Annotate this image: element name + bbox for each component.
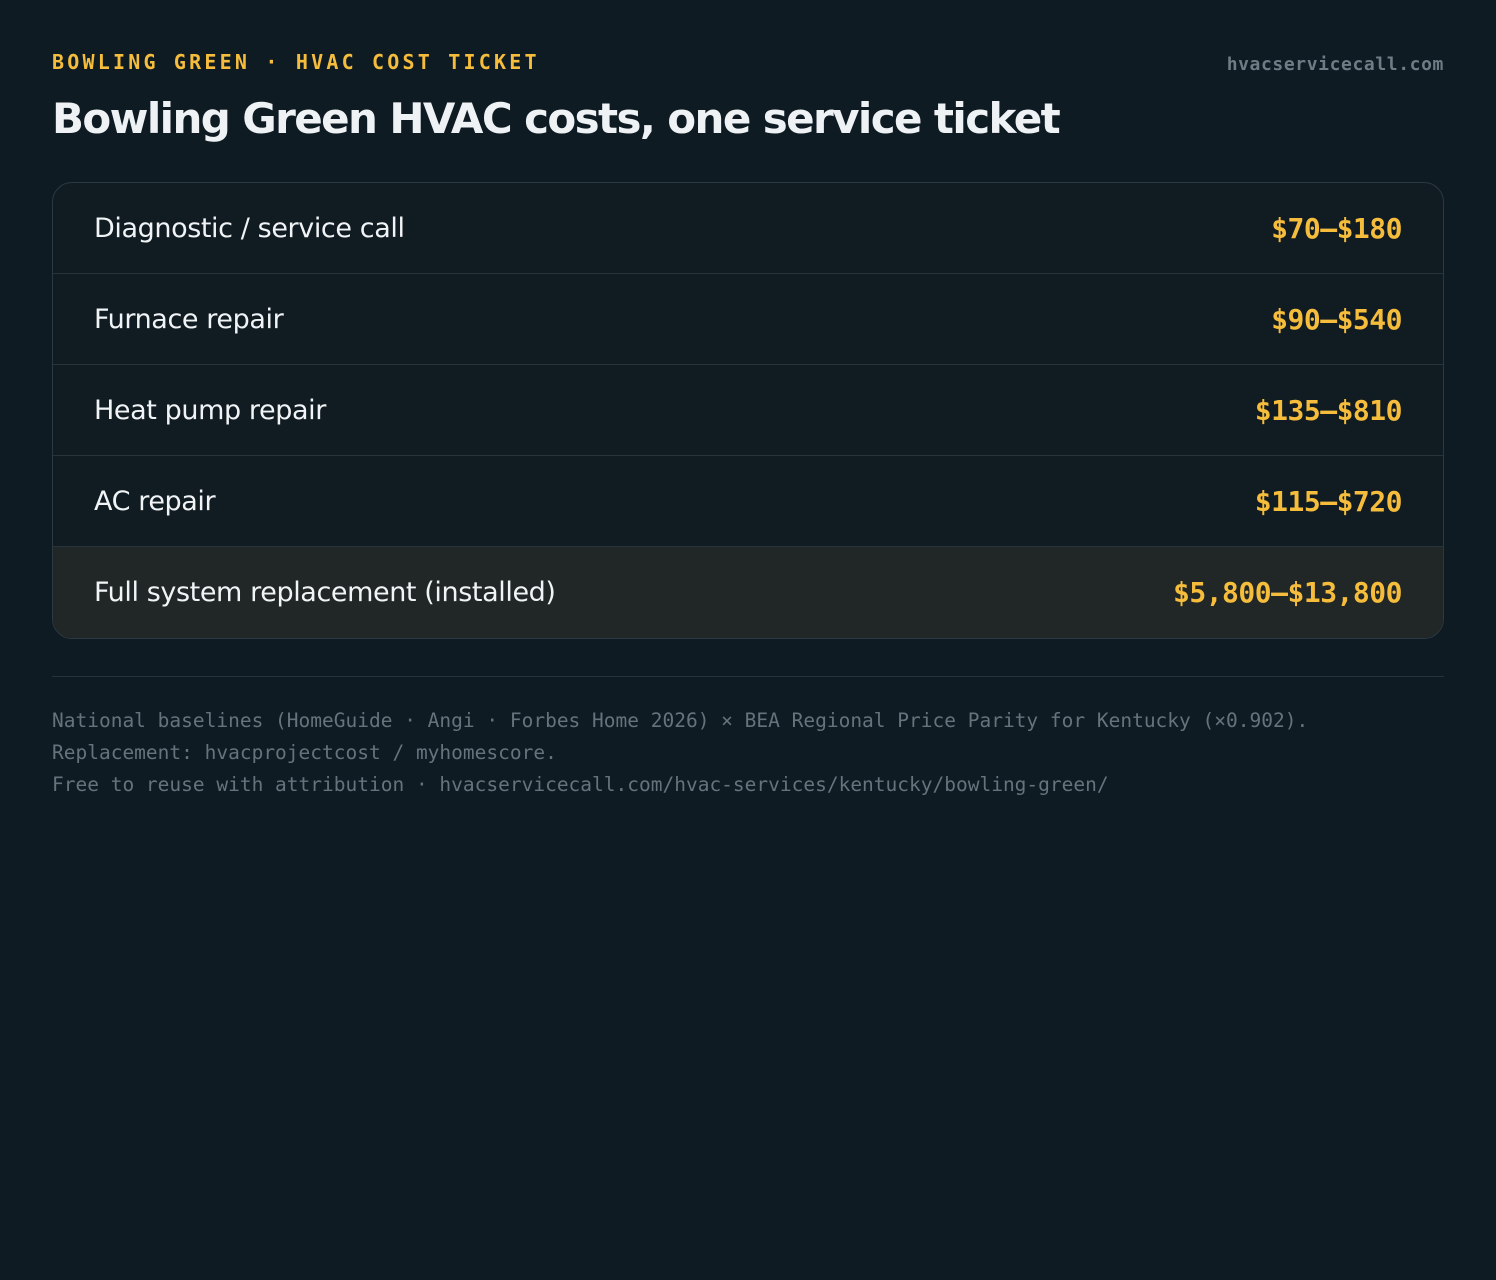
- site-domain: hvacservicecall.com: [1226, 54, 1444, 75]
- attribution-note: Free to reuse with attribution · hvacser…: [52, 773, 1109, 796]
- service-label: Full system replacement (installed): [94, 577, 556, 608]
- source-note-baselines: National baselines (HomeGuide · Angi · F…: [52, 709, 1309, 732]
- page-title: Bowling Green HVAC costs, one service ti…: [52, 94, 1061, 143]
- service-label: Heat pump repair: [94, 394, 326, 426]
- service-label: Diagnostic / service call: [94, 212, 405, 244]
- ticket-row-furnace: Furnace repair $90–$540: [53, 274, 1443, 365]
- eyebrow-label: BOWLING GREEN · HVAC COST TICKET: [52, 50, 540, 74]
- price-range: $70–$180: [1271, 211, 1402, 245]
- ticket-row-heat-pump: Heat pump repair $135–$810: [53, 365, 1443, 456]
- source-note-replacement: Replacement: hvacprojectcost / myhomesco…: [52, 741, 557, 764]
- footer-divider: [52, 676, 1444, 677]
- service-label: AC repair: [94, 485, 216, 517]
- price-range: $90–$540: [1271, 302, 1402, 336]
- service-ticket-table: Diagnostic / service call $70–$180 Furna…: [52, 182, 1444, 639]
- service-label: Furnace repair: [94, 303, 284, 335]
- source-notes: National baselines (HomeGuide · Angi · F…: [52, 705, 1308, 801]
- price-range: $115–$720: [1254, 484, 1403, 518]
- ticket-row-replacement: Full system replacement (installed) $5,8…: [53, 547, 1443, 638]
- ticket-row-ac: AC repair $115–$720: [53, 456, 1443, 547]
- ticket-row-diagnostic: Diagnostic / service call $70–$180: [53, 183, 1443, 274]
- price-range: $135–$810: [1254, 393, 1403, 427]
- price-range: $5,800–$13,800: [1172, 576, 1403, 609]
